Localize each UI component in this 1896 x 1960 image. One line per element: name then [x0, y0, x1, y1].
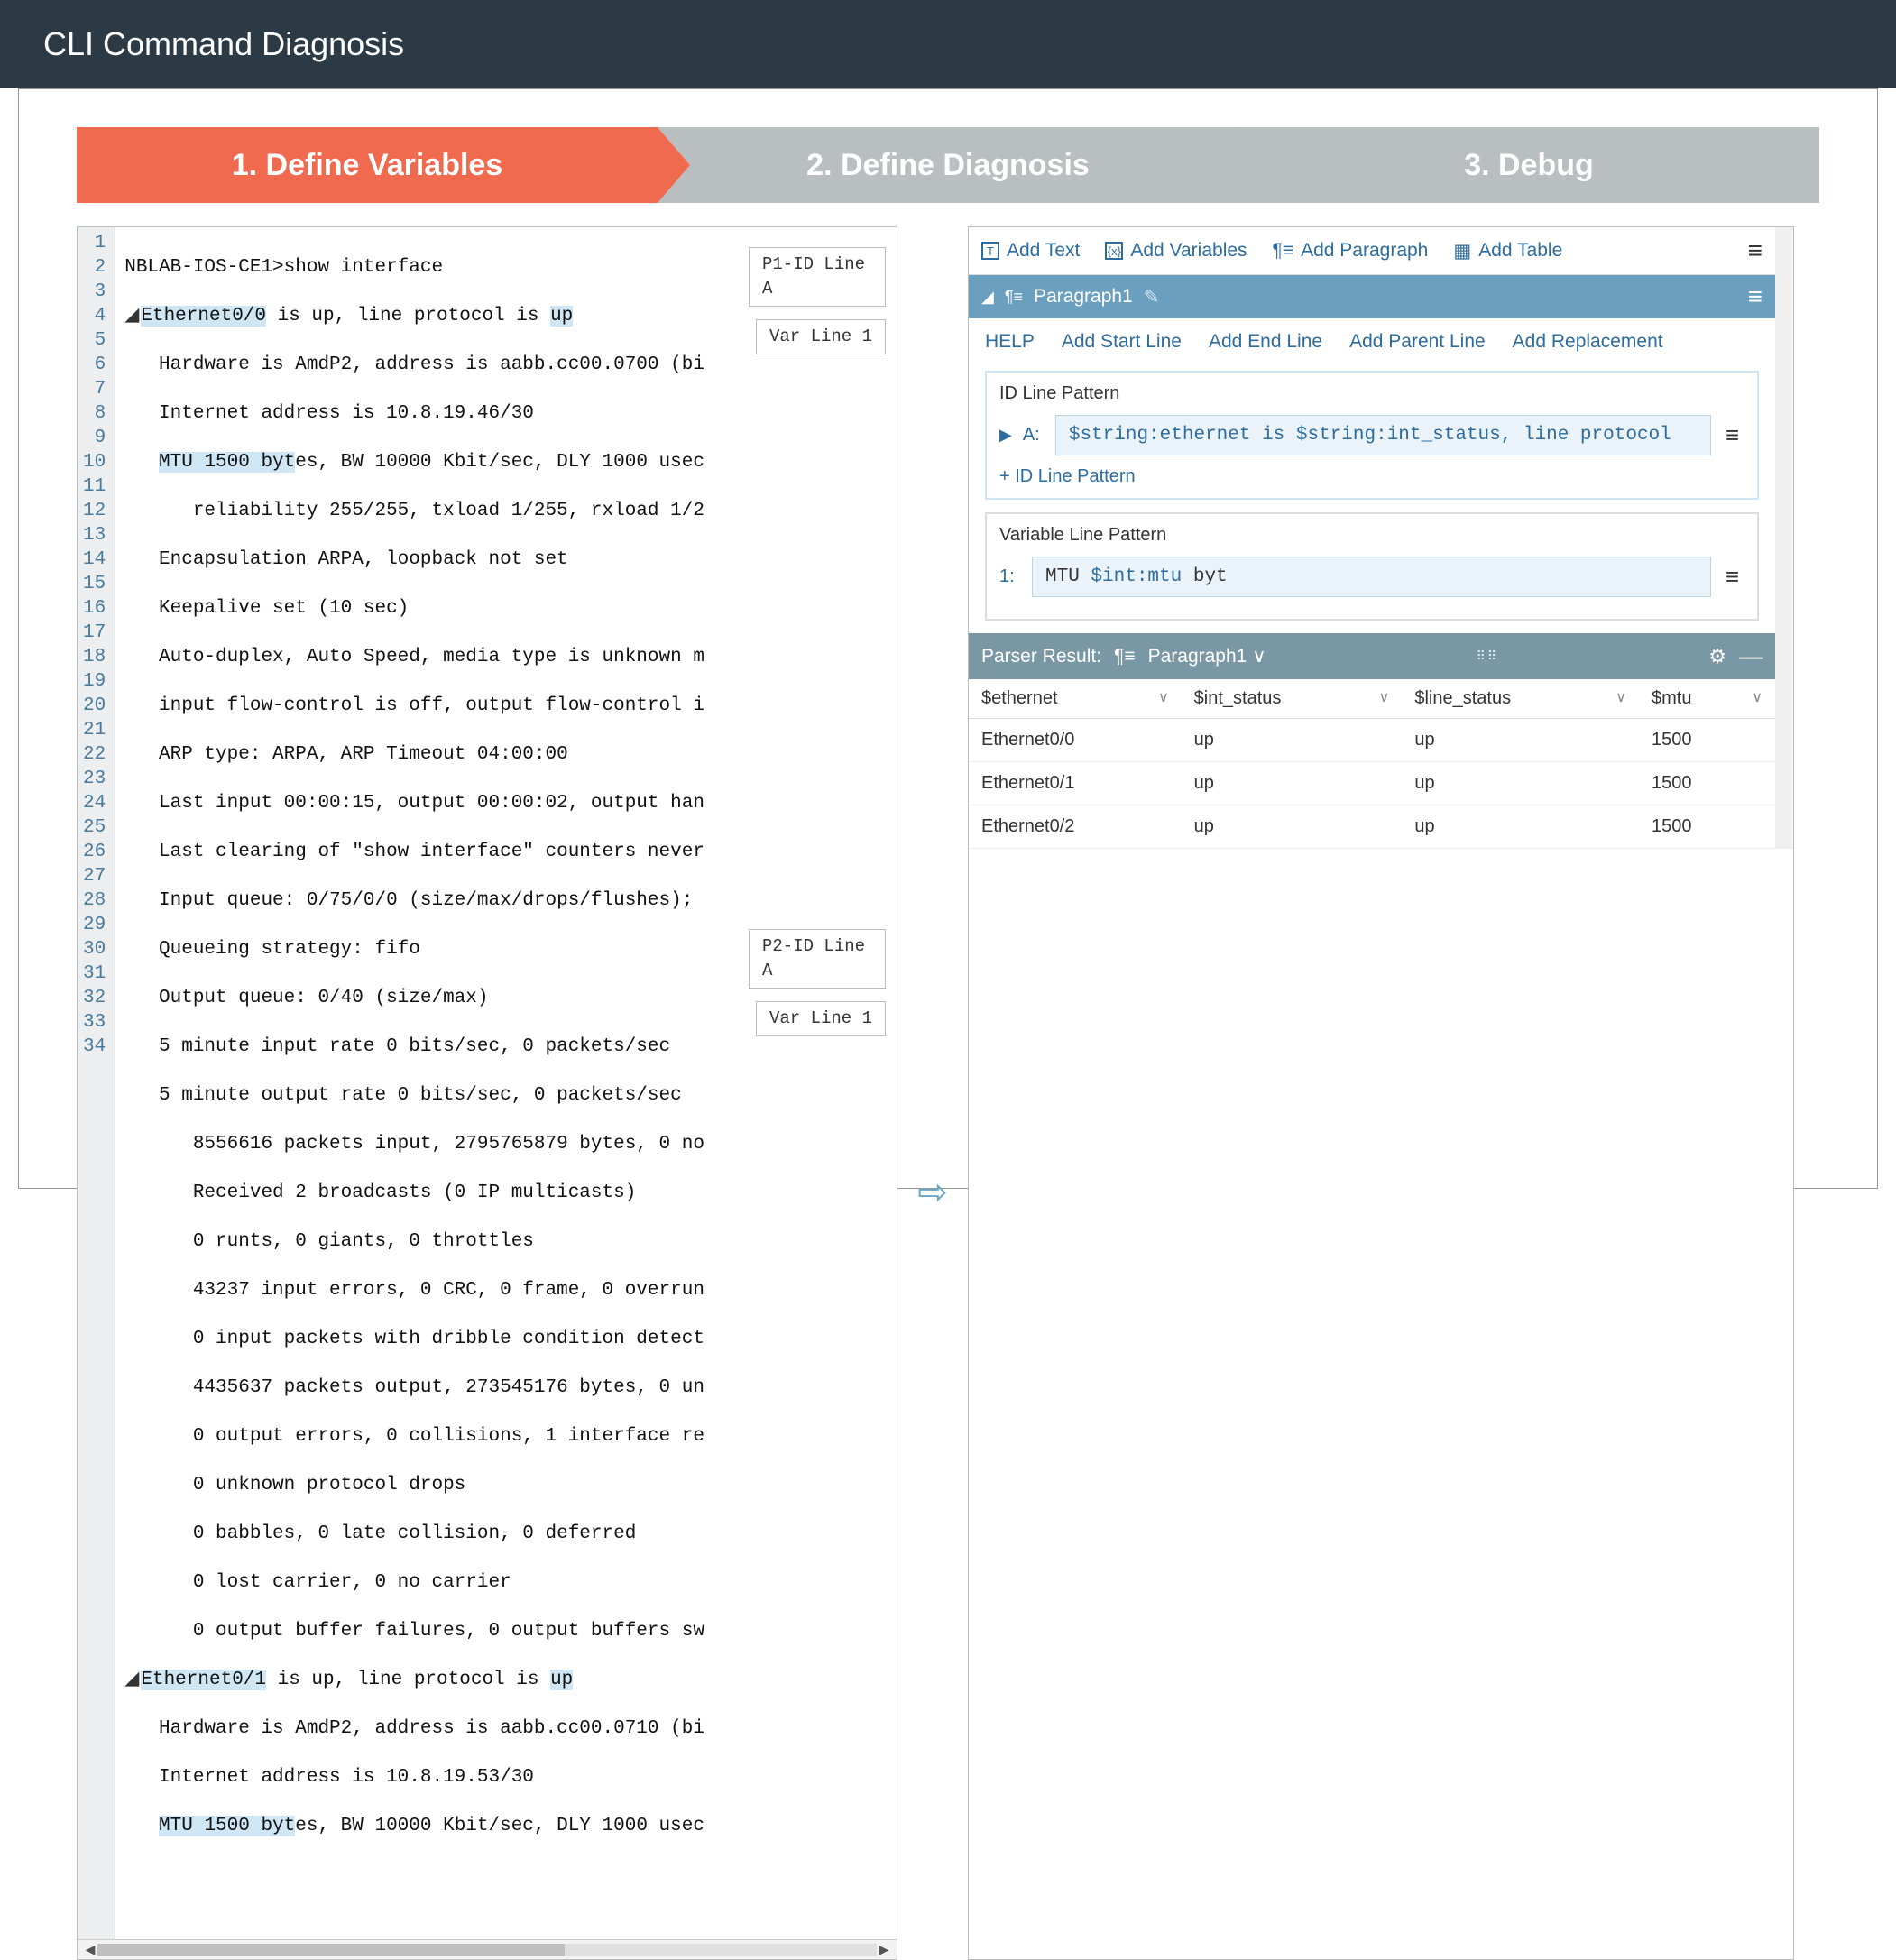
- scroll-left-icon[interactable]: ◀: [83, 1943, 97, 1957]
- code-lines[interactable]: NBLAB-IOS-CE1>show interface ◢Ethernet0/…: [115, 227, 897, 1939]
- toolbar-menu-icon[interactable]: ≡: [1748, 236, 1763, 265]
- paragraph-icon: ¶≡: [1005, 288, 1023, 307]
- id-line-pattern-title: ID Line Pattern: [999, 383, 1744, 404]
- parser-result-bar: Parser Result: ¶≡ Paragraph1 ∨ ⠿⠿ ⚙ —: [969, 633, 1775, 679]
- col-mtu[interactable]: $mtu∨: [1639, 679, 1775, 719]
- pattern-menu-icon[interactable]: ≡: [1720, 421, 1744, 449]
- step-define-variables[interactable]: 1. Define Variables: [77, 127, 658, 203]
- add-start-line-link[interactable]: Add Start Line: [1062, 331, 1182, 353]
- page-title: CLI Command Diagnosis: [0, 0, 1896, 88]
- paragraph-header[interactable]: ◢ ¶≡ Paragraph1 ✎ ≡: [969, 275, 1775, 318]
- annotation-p2-id-line-a[interactable]: P2-ID Line A: [749, 929, 886, 989]
- gear-icon[interactable]: ⚙: [1708, 645, 1726, 668]
- add-variables-button[interactable]: {x}Add Variables: [1105, 240, 1247, 262]
- step-debug[interactable]: 3. Debug: [1238, 127, 1819, 203]
- cli-output-panel: 1234567891011121314151617181920212223242…: [77, 226, 897, 1960]
- variables-icon: {x}: [1105, 242, 1123, 260]
- actions-row: HELP Add Start Line Add End Line Add Par…: [969, 318, 1775, 365]
- variable-line-pattern-box: Variable Line Pattern 1: MTU $int:mtu by…: [985, 512, 1759, 621]
- toolbar: TAdd Text {x}Add Variables ¶≡Add Paragra…: [969, 227, 1775, 275]
- pattern-label-1: 1:: [999, 566, 1023, 587]
- add-table-button[interactable]: ▦Add Table: [1453, 240, 1562, 262]
- collapse-icon[interactable]: ◢: [124, 1670, 139, 1690]
- horizontal-scrollbar[interactable]: ◀ ▶: [78, 1939, 897, 1959]
- collapse-icon[interactable]: ◢: [124, 306, 139, 327]
- add-parent-line-link[interactable]: Add Parent Line: [1349, 331, 1486, 353]
- collapse-icon[interactable]: ◢: [981, 288, 994, 307]
- chevron-down-icon: ∨: [1615, 688, 1626, 706]
- chevron-down-icon: ∨: [1158, 688, 1169, 706]
- parser-panel: TAdd Text {x}Add Variables ¶≡Add Paragra…: [968, 226, 1794, 1960]
- variable-line-pattern-input[interactable]: MTU $int:mtu byt: [1032, 557, 1711, 597]
- add-end-line-link[interactable]: Add End Line: [1209, 331, 1322, 353]
- help-link[interactable]: HELP: [985, 331, 1035, 353]
- add-replacement-link[interactable]: Add Replacement: [1513, 331, 1663, 353]
- stepper: 1. Define Variables 2. Define Diagnosis …: [77, 127, 1819, 203]
- arrow-right-icon: ⇨: [914, 1172, 952, 1213]
- edit-icon[interactable]: ✎: [1144, 286, 1160, 308]
- main-card: 1. Define Variables 2. Define Diagnosis …: [18, 88, 1878, 1189]
- col-int-status[interactable]: $int_status∨: [1182, 679, 1403, 719]
- add-paragraph-button[interactable]: ¶≡Add Paragraph: [1273, 240, 1429, 262]
- chevron-down-icon: ∨: [1752, 688, 1763, 706]
- annotation-p1-id-line-a[interactable]: P1-ID Line A: [749, 247, 886, 307]
- result-paragraph-dropdown[interactable]: Paragraph1 ∨: [1148, 645, 1266, 667]
- table-icon: ▦: [1453, 240, 1471, 262]
- table-row[interactable]: Ethernet0/2upup1500: [969, 805, 1775, 849]
- scroll-right-icon[interactable]: ▶: [877, 1943, 891, 1957]
- chevron-down-icon: ∨: [1252, 646, 1266, 667]
- col-ethernet[interactable]: $ethernet∨: [969, 679, 1182, 719]
- add-text-button[interactable]: TAdd Text: [981, 240, 1080, 262]
- step-define-diagnosis[interactable]: 2. Define Diagnosis: [658, 127, 1238, 203]
- id-line-pattern-input[interactable]: $string:ethernet is $string:int_status, …: [1055, 415, 1711, 455]
- paragraph-icon: ¶≡: [1114, 646, 1136, 667]
- add-id-line-pattern-link[interactable]: + ID Line Pattern: [999, 466, 1744, 487]
- variable-line-pattern-title: Variable Line Pattern: [999, 525, 1744, 546]
- table-row[interactable]: Ethernet0/0upup1500: [969, 719, 1775, 762]
- chevron-down-icon: ∨: [1379, 688, 1390, 706]
- collapse-icon[interactable]: —: [1739, 642, 1763, 670]
- marker-icon: ▶: [999, 426, 1012, 445]
- paragraph-label: Paragraph1: [1034, 286, 1133, 308]
- text-icon: T: [981, 242, 999, 260]
- pattern-menu-icon[interactable]: ≡: [1720, 563, 1744, 591]
- paragraph-menu-icon[interactable]: ≡: [1748, 282, 1763, 311]
- annotation-var-line-1[interactable]: Var Line 1: [756, 319, 886, 354]
- id-line-pattern-box: ID Line Pattern ▶ A: $string:ethernet is…: [985, 371, 1759, 500]
- table-row[interactable]: Ethernet0/1upup1500: [969, 762, 1775, 805]
- paragraph-icon: ¶≡: [1273, 240, 1294, 262]
- drag-handle-icon[interactable]: ⠿⠿: [1279, 649, 1697, 664]
- annotation-var-line-1b[interactable]: Var Line 1: [756, 1001, 886, 1036]
- parser-result-table: $ethernet∨ $int_status∨ $line_status∨ $m…: [969, 679, 1775, 849]
- parser-result-label: Parser Result:: [981, 646, 1101, 667]
- pattern-label-a: A:: [1023, 425, 1046, 446]
- vertical-scrollbar[interactable]: [1775, 227, 1793, 849]
- line-gutter: 1234567891011121314151617181920212223242…: [78, 227, 115, 1939]
- col-line-status[interactable]: $line_status∨: [1402, 679, 1639, 719]
